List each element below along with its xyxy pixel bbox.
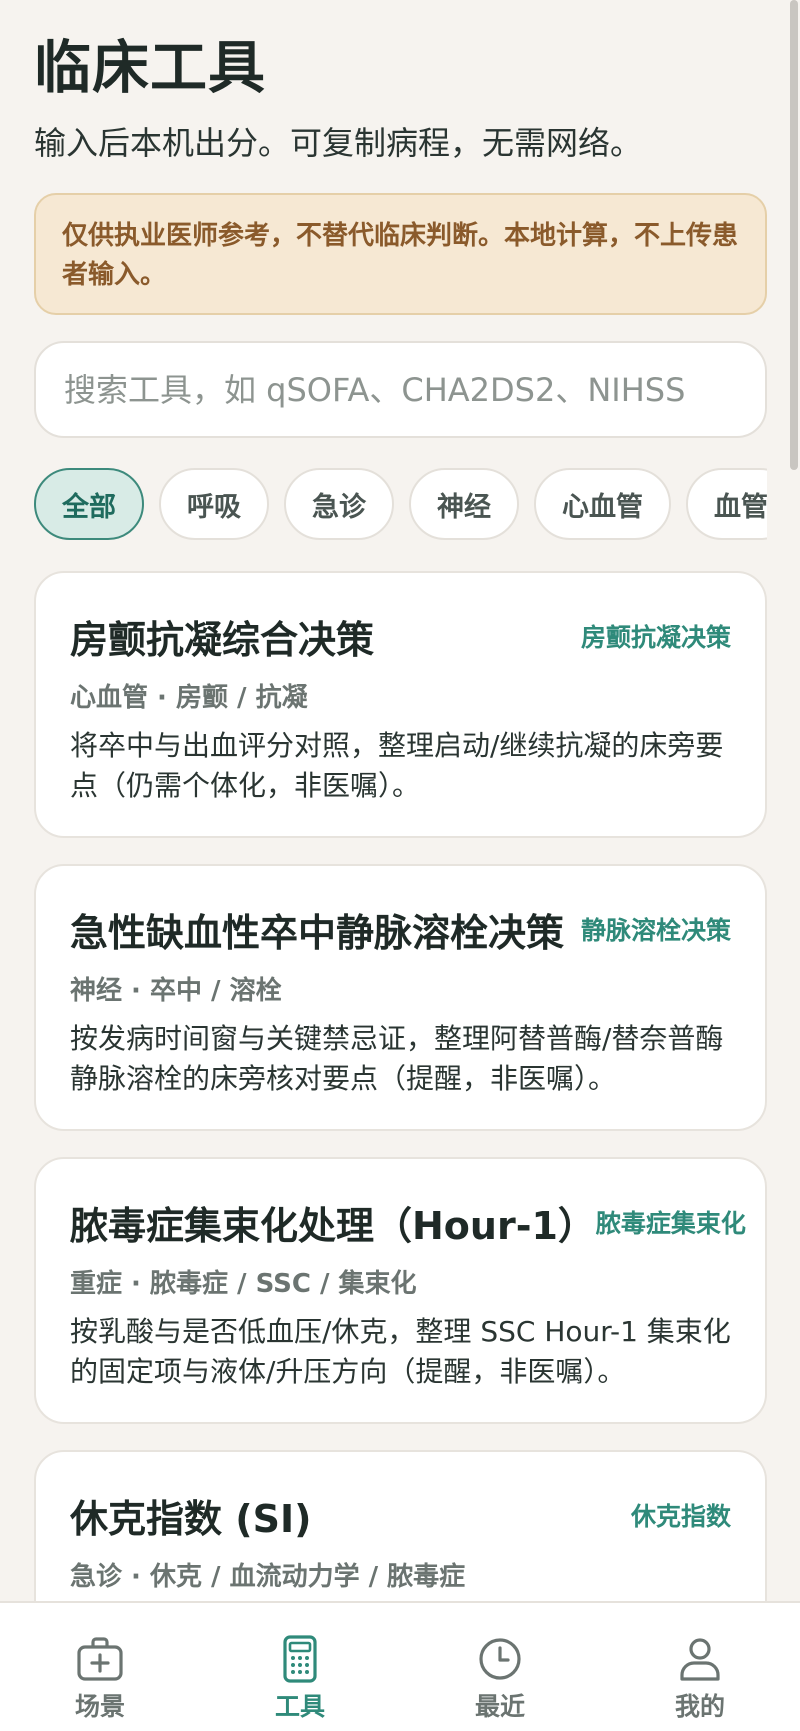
- tools-page: 临床工具 输入后本机出分。可复制病程，无需网络。 仅供执业医师参考，不替代临床判…: [0, 0, 800, 1731]
- card-badge: 脓毒症集束化: [595, 1209, 746, 1238]
- card-description: 按乳酸与是否低血压/休克，整理 SSC Hour-1 集束化的固定项与液体/升压…: [70, 1315, 731, 1388]
- filter-chip-respiratory[interactable]: 呼吸: [159, 468, 269, 540]
- tab-scenarios[interactable]: 场景: [0, 1603, 200, 1731]
- card-tags: 神经 · 卒中 / 溶栓: [70, 976, 282, 1006]
- filter-chip-emergency[interactable]: 急诊: [284, 468, 394, 540]
- tab-label: 工具: [274, 1692, 325, 1721]
- card-tags: 急诊 · 休克 / 血流动力学 / 脓毒症: [70, 1562, 466, 1592]
- tab-label: 我的: [674, 1692, 725, 1721]
- page-title: 临床工具: [34, 35, 266, 101]
- page-subtitle: 输入后本机出分。可复制病程，无需网络。: [34, 124, 643, 162]
- tool-card-sepsis-bundle[interactable]: 脓毒症集束化处理（Hour-1） 脓毒症集束化 重症 · 脓毒症 / SSC /…: [34, 1157, 767, 1424]
- card-badge: 静脉溶栓决策: [580, 916, 731, 945]
- bottom-tab-bar: 场景 工具 最近 我的: [0, 1601, 800, 1731]
- card-title: 休克指数 (SI): [70, 1496, 312, 1541]
- tab-recent[interactable]: 最近: [400, 1603, 600, 1731]
- calculator-icon: [283, 1635, 317, 1683]
- medical-kit-icon: [77, 1637, 123, 1681]
- card-tags: 心血管 · 房颤 / 抗凝: [70, 683, 308, 713]
- tab-tools[interactable]: 工具: [200, 1603, 400, 1731]
- tool-card-af-anticoagulation[interactable]: 房颤抗凝综合决策 房颤抗凝决策 心血管 · 房颤 / 抗凝 将卒中与出血评分对照…: [34, 571, 767, 838]
- filter-chip-all[interactable]: 全部: [34, 468, 144, 540]
- card-title: 急性缺血性卒中静脉溶栓决策: [70, 910, 565, 955]
- card-badge: 房颤抗凝决策: [580, 623, 731, 652]
- card-title: 脓毒症集束化处理（Hour-1）: [70, 1203, 596, 1248]
- filter-chip-neurology[interactable]: 神经: [409, 468, 519, 540]
- category-filter-bar[interactable]: 全部 呼吸 急诊 神经 心血管 血管: [34, 468, 767, 542]
- tab-label: 场景: [74, 1692, 125, 1721]
- filter-chip-vascular[interactable]: 血管: [686, 468, 767, 540]
- search-box[interactable]: [34, 341, 767, 438]
- tab-label: 最近: [474, 1692, 525, 1721]
- disclaimer-banner: 仅供执业医师参考，不替代临床判断。本地计算，不上传患者输入。: [34, 193, 767, 315]
- card-badge: 休克指数: [630, 1502, 731, 1531]
- scrollbar[interactable]: [790, 0, 798, 470]
- card-description: 按发病时间窗与关键禁忌证，整理阿替普酶/替奈普酶静脉溶栓的床旁核对要点（提醒，非…: [70, 1022, 724, 1095]
- card-tags: 重症 · 脓毒症 / SSC / 集束化: [70, 1269, 417, 1299]
- filter-chip-cardiovascular[interactable]: 心血管: [534, 468, 671, 540]
- card-description: 将卒中与出血评分对照，整理启动/继续抗凝的床旁要点（仍需个体化，非医嘱）。: [70, 729, 724, 802]
- tab-profile[interactable]: 我的: [600, 1603, 800, 1731]
- tool-card-stroke-thrombolysis[interactable]: 急性缺血性卒中静脉溶栓决策 静脉溶栓决策 神经 · 卒中 / 溶栓 按发病时间窗…: [34, 864, 767, 1131]
- card-title: 房颤抗凝综合决策: [70, 617, 375, 662]
- clock-icon: [479, 1638, 521, 1680]
- search-input[interactable]: [64, 370, 765, 409]
- person-icon: [680, 1638, 720, 1681]
